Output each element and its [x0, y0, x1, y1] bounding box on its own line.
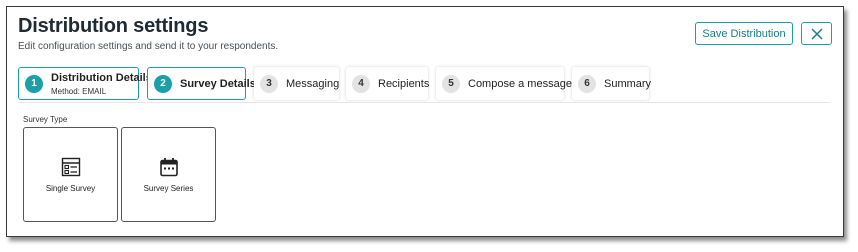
step-number: 6: [578, 74, 596, 93]
stepper-divider: [18, 102, 830, 103]
page-subtitle: Edit configuration settings and send it …: [18, 41, 279, 52]
step-label: Summary: [604, 77, 652, 90]
step-recipients[interactable]: 4 Recipients: [346, 67, 430, 100]
step-label: Recipients: [378, 77, 430, 90]
survey-series-label: Survey Series: [143, 184, 194, 193]
survey-series-option[interactable]: Survey Series: [121, 127, 216, 222]
step-label: Survey Details: [180, 77, 256, 90]
survey-type-label: Survey Type: [23, 115, 68, 124]
calendar-icon: [160, 158, 178, 177]
close-button[interactable]: [801, 22, 832, 45]
single-survey-option[interactable]: Single Survey: [23, 127, 118, 222]
step-number: 2: [154, 74, 172, 93]
distribution-settings-panel: Distribution settings Edit configuration…: [6, 6, 844, 237]
page-title: Distribution settings: [18, 15, 209, 37]
step-number: 4: [352, 74, 370, 93]
step-number: 1: [25, 74, 43, 93]
step-summary[interactable]: 6 Summary: [572, 67, 652, 100]
close-icon: [810, 27, 823, 40]
step-label: Compose a message: [468, 77, 572, 90]
save-distribution-button[interactable]: Save Distribution: [695, 22, 793, 45]
step-label: Messaging: [286, 77, 340, 90]
list-icon: [61, 157, 81, 177]
stepper: 1 Distribution Details Method: EMAIL 2 S…: [18, 67, 830, 100]
step-label: Distribution Details: [51, 71, 152, 84]
step-sublabel: Method: EMAIL: [51, 86, 107, 96]
step-messaging[interactable]: 3 Messaging: [254, 67, 339, 100]
step-compose-message[interactable]: 5 Compose a message: [436, 67, 572, 100]
step-number: 5: [442, 74, 460, 93]
step-number: 3: [260, 74, 278, 93]
step-distribution-details[interactable]: 1 Distribution Details Method: EMAIL: [18, 67, 152, 100]
single-survey-label: Single Survey: [45, 184, 96, 193]
step-survey-details[interactable]: 2 Survey Details: [147, 67, 256, 100]
